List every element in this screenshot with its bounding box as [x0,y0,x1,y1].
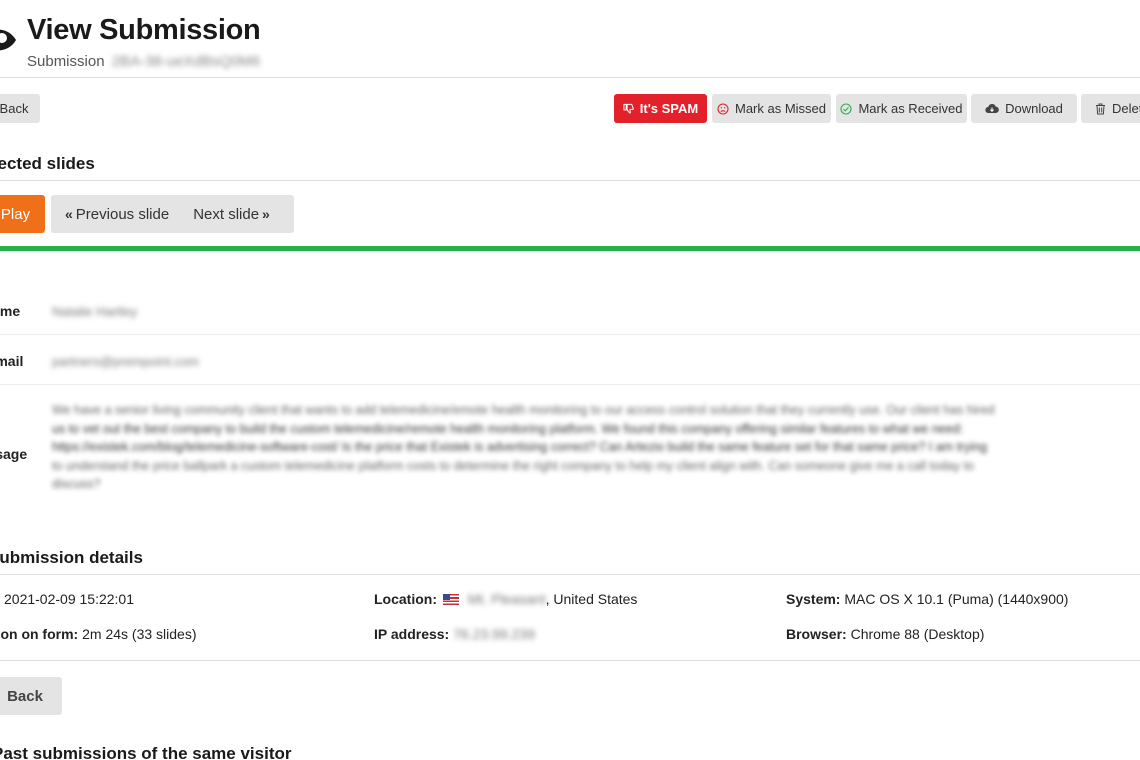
spam-button-label: It's SPAM [639,101,699,116]
selected-slides-heading: Selected slides [0,154,95,173]
browser-label: Browser: [786,626,847,642]
location-country: , United States [545,591,638,607]
message-label: Message [0,446,28,462]
date-value: 2021-02-09 15:22:01 [4,591,134,607]
message-line: We have a senior living community client… [52,403,995,417]
next-slide-label: Next slide [193,205,260,223]
ip-value: 76.23.99.239 [453,626,535,642]
location-detail: Location: Mt. Pleasant, United States [374,591,637,607]
play-button[interactable]: Play [0,195,45,233]
frown-icon [717,102,729,115]
mark-received-button[interactable]: Mark as Received [836,94,967,123]
browser-detail: Browser: Chrome 88 (Desktop) [786,626,984,642]
system-label: System: [786,591,841,607]
name-divider [0,334,1140,335]
spam-button[interactable]: It's SPAM [614,94,707,123]
submission-details-heading: Submission details [0,548,143,567]
past-submissions-heading: Past submissions of the same visitor [0,744,292,760]
date-detail: 2021-02-09 15:22:01 [4,591,134,607]
us-flag-icon [442,594,459,605]
delete-button-label: Delete [1112,101,1140,116]
name-value: Natalie Hartley [52,304,138,319]
mark-missed-button[interactable]: Mark as Missed [712,94,831,123]
submission-id: 2BA-38-ueXdBsQ0M6 [111,53,261,70]
slides-progress-fill [0,246,1140,251]
details-bottom-divider [0,660,1140,661]
message-line: to understand the price ballpark a custo… [52,458,975,473]
header-divider [0,77,1140,78]
duration-detail: Duration on form: 2m 24s (33 slides) [0,626,197,642]
ip-detail: IP address: 76.23.99.239 [374,626,535,642]
thumbs-down-icon [623,103,634,114]
browser-value: Chrome 88 (Desktop) [850,626,985,642]
page-title: View Submission [27,14,261,46]
double-chevron-left-icon: « [65,206,73,222]
location-label: Location: [374,591,437,607]
slide-navigation: « Previous slide Next slide » [51,195,294,233]
message-value: We have a senior living community client… [52,401,1140,494]
name-label: Name [0,303,21,319]
back-button[interactable]: Back [0,94,40,123]
play-button-label: Play [0,205,31,223]
previous-slide-label: Previous slide [75,205,170,223]
email-divider [0,384,1140,385]
message-line: discuss? [52,477,101,492]
duration-value: 2m 24s (33 slides) [82,626,197,642]
mark-received-label: Mark as Received [858,101,963,116]
details-divider [0,574,1140,575]
cloud-download-icon [985,104,999,114]
email-label: Email [0,353,24,369]
next-slide-button[interactable]: Next slide » [193,206,270,223]
back-button-bottom-label: Back [7,687,43,705]
location-city: Mt. Pleasant [467,591,546,607]
message-line: https://existek.com/blog/telemedicine-so… [52,440,988,455]
system-detail: System: MAC OS X 10.1 (Puma) (1440x900) [786,591,1068,607]
check-circle-icon [840,102,853,115]
slides-progress-bar [0,246,1140,251]
download-button-label: Download [1005,101,1063,116]
double-chevron-right-icon: » [262,206,270,222]
previous-slide-button[interactable]: « Previous slide [65,206,169,223]
delete-button[interactable]: Delete [1081,94,1140,123]
trash-icon [1096,103,1105,114]
mark-missed-label: Mark as Missed [734,101,827,116]
email-value: partners@prempoint.com [52,354,199,369]
duration-label: Duration on form: [0,626,79,642]
system-value: MAC OS X 10.1 (Puma) (1440x900) [844,591,1069,607]
message-line: us to vet out the best company to build … [52,421,964,436]
ip-label: IP address: [374,626,450,642]
slides-divider [0,180,1140,181]
submission-subtitle: Submission 2BA-38-ueXdBsQ0M6 [27,53,260,70]
download-button[interactable]: Download [971,94,1077,123]
subtitle-label: Submission [27,53,105,70]
back-button-label: Back [0,101,29,116]
eye-icon [0,29,16,51]
back-button-bottom[interactable]: Back [0,677,62,715]
